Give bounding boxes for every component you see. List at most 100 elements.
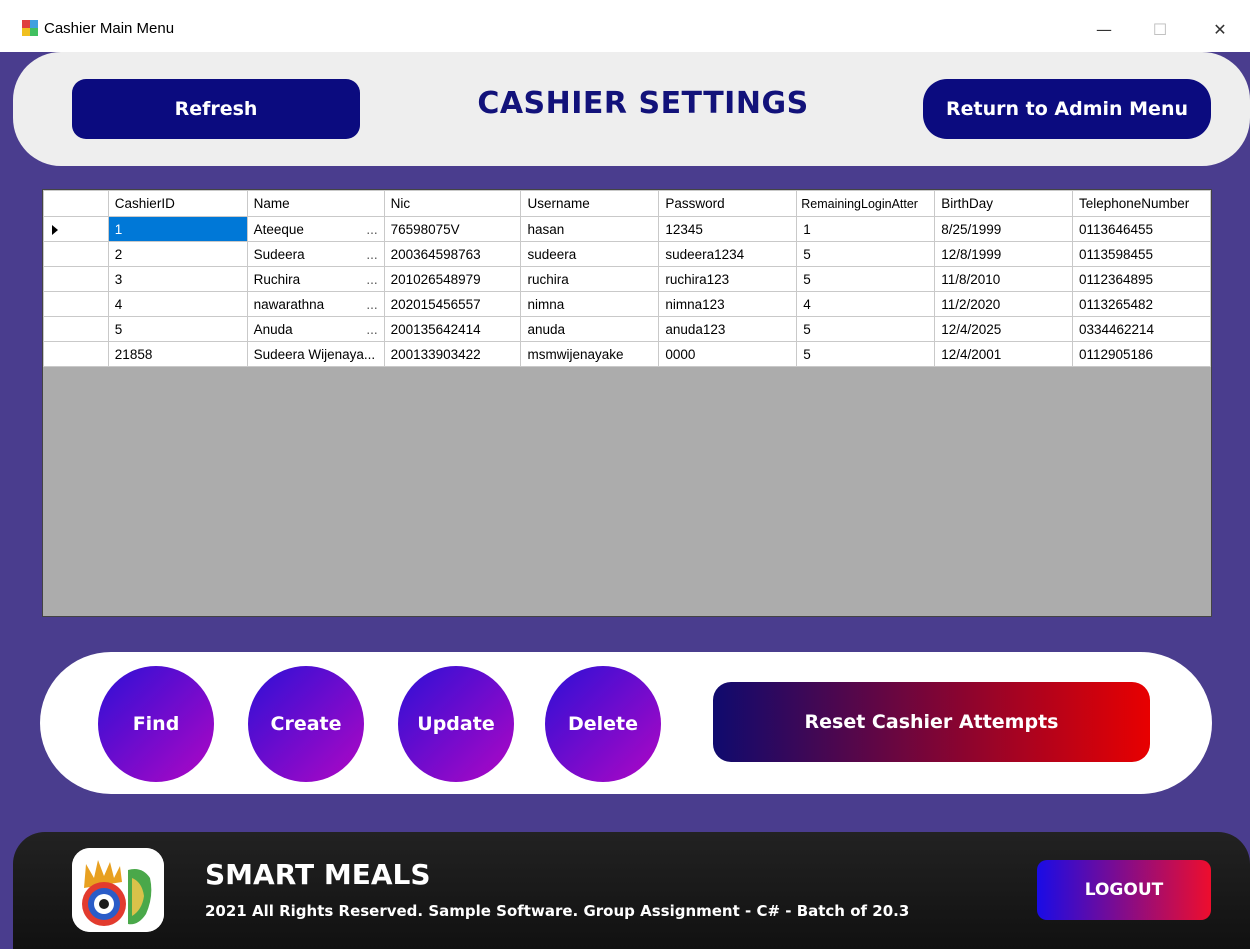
logout-button[interactable]: LOGOUT bbox=[1037, 860, 1211, 920]
cell-username[interactable]: msmwijenayake bbox=[520, 341, 660, 367]
cell-password[interactable]: anuda123 bbox=[658, 316, 798, 342]
row-header[interactable] bbox=[43, 341, 109, 367]
cell-nic[interactable]: 200364598763 bbox=[383, 241, 522, 267]
logo-icon bbox=[72, 848, 164, 932]
column-header-telephone-number[interactable]: TelephoneNumber bbox=[1071, 190, 1212, 217]
footer: SMART MEALS 2021 All Rights Reserved. Sa… bbox=[13, 832, 1250, 949]
cell-telephone[interactable]: 0113646455 bbox=[1071, 216, 1212, 242]
column-header-name[interactable]: Name bbox=[246, 190, 385, 217]
cell-cashierid[interactable]: 5 bbox=[107, 316, 248, 342]
row-header[interactable] bbox=[43, 291, 109, 317]
title-bar: Cashier Main Menu — ☐ ✕ bbox=[0, 0, 1250, 52]
cell-username[interactable]: ruchira bbox=[520, 266, 660, 292]
cell-remaining-attempts[interactable]: 1 bbox=[796, 216, 936, 242]
cell-password[interactable]: ruchira123 bbox=[658, 266, 798, 292]
cell-birthday[interactable]: 11/8/2010 bbox=[934, 266, 1073, 292]
cell-cashierid[interactable]: 1 bbox=[107, 216, 248, 242]
cell-remaining-attempts[interactable]: 5 bbox=[796, 266, 936, 292]
column-header-birthday[interactable]: BirthDay bbox=[934, 190, 1073, 217]
return-to-admin-menu-button[interactable]: Return to Admin Menu bbox=[923, 79, 1211, 139]
column-header-remaining-login-attempts[interactable]: RemainingLoginAtter bbox=[796, 190, 936, 217]
cell-name[interactable]: Ateeque... bbox=[246, 216, 385, 242]
header-panel: Refresh CASHIER SETTINGS Return to Admin… bbox=[13, 52, 1250, 166]
cell-password[interactable]: sudeera1234 bbox=[658, 241, 798, 267]
column-header-cashierid[interactable]: CashierID bbox=[107, 190, 248, 217]
cell-name-value: nawarathna bbox=[253, 296, 325, 312]
table-row[interactable]: 3 Ruchira... 201026548979 ruchira ruchir… bbox=[43, 266, 1212, 292]
cell-name[interactable]: nawarathna... bbox=[246, 291, 385, 317]
cell-ellipsis: ... bbox=[366, 246, 378, 262]
smart-meals-logo bbox=[72, 848, 164, 932]
maximize-icon: ☐ bbox=[1152, 19, 1168, 39]
cell-telephone[interactable]: 0112364895 bbox=[1071, 266, 1212, 292]
cell-cashierid[interactable]: 4 bbox=[107, 291, 248, 317]
cell-cashierid[interactable]: 21858 bbox=[107, 341, 248, 367]
window-title: Cashier Main Menu bbox=[44, 20, 175, 37]
refresh-button[interactable]: Refresh bbox=[72, 79, 360, 139]
cell-nic[interactable]: 200133903422 bbox=[383, 341, 522, 367]
table-row[interactable]: 5 Anuda... 200135642414 anuda anuda123 5… bbox=[43, 316, 1212, 342]
cell-ellipsis: ... bbox=[366, 271, 378, 287]
cell-nic[interactable]: 200135642414 bbox=[383, 316, 522, 342]
find-button[interactable]: Find bbox=[98, 666, 214, 782]
cell-telephone[interactable]: 0113265482 bbox=[1071, 291, 1212, 317]
app-icon bbox=[22, 20, 38, 36]
maximize-button[interactable]: ☐ bbox=[1140, 14, 1180, 44]
cell-birthday[interactable]: 8/25/1999 bbox=[934, 216, 1073, 242]
table-row[interactable]: 2 Sudeera... 200364598763 sudeera sudeer… bbox=[43, 241, 1212, 267]
cashier-data-grid[interactable]: CashierID Name Nic Username Password Rem… bbox=[42, 189, 1212, 617]
cell-birthday[interactable]: 12/8/1999 bbox=[934, 241, 1073, 267]
cell-nic[interactable]: 202015456557 bbox=[383, 291, 522, 317]
cashier-table: CashierID Name Nic Username Password Rem… bbox=[43, 190, 1212, 367]
close-button[interactable]: ✕ bbox=[1200, 14, 1240, 44]
row-header[interactable] bbox=[43, 316, 109, 342]
cell-name[interactable]: Ruchira... bbox=[246, 266, 385, 292]
cell-password[interactable]: 0000 bbox=[658, 341, 798, 367]
cell-name[interactable]: Sudeera Wijenaya... bbox=[246, 341, 385, 367]
cell-cashierid[interactable]: 3 bbox=[107, 266, 248, 292]
cell-birthday[interactable]: 12/4/2001 bbox=[934, 341, 1073, 367]
cell-password[interactable]: nimna123 bbox=[658, 291, 798, 317]
cell-birthday[interactable]: 12/4/2025 bbox=[934, 316, 1073, 342]
cell-username[interactable]: nimna bbox=[520, 291, 660, 317]
row-header-corner bbox=[43, 190, 109, 217]
table-row[interactable]: 1 Ateeque... 76598075V hasan 12345 1 8/2… bbox=[43, 216, 1212, 242]
reset-cashier-attempts-button[interactable]: Reset Cashier Attempts bbox=[713, 682, 1150, 762]
cell-username[interactable]: sudeera bbox=[520, 241, 660, 267]
column-header-password[interactable]: Password bbox=[658, 190, 798, 217]
cell-nic[interactable]: 201026548979 bbox=[383, 266, 522, 292]
create-button[interactable]: Create bbox=[248, 666, 364, 782]
cell-nic[interactable]: 76598075V bbox=[383, 216, 522, 242]
page-title: CASHIER SETTINGS bbox=[477, 86, 809, 121]
cell-username[interactable]: anuda bbox=[520, 316, 660, 342]
row-header[interactable] bbox=[43, 216, 109, 242]
column-header-nic[interactable]: Nic bbox=[383, 190, 522, 217]
delete-button[interactable]: Delete bbox=[545, 666, 661, 782]
table-header-row: CashierID Name Nic Username Password Rem… bbox=[43, 190, 1212, 217]
cell-name-value: Anuda bbox=[253, 321, 293, 337]
table-row[interactable]: 4 nawarathna... 202015456557 nimna nimna… bbox=[43, 291, 1212, 317]
row-header[interactable] bbox=[43, 266, 109, 292]
update-button[interactable]: Update bbox=[398, 666, 514, 782]
copyright-text: 2021 All Rights Reserved. Sample Softwar… bbox=[205, 902, 910, 920]
cell-telephone[interactable]: 0112905186 bbox=[1071, 341, 1212, 367]
cell-birthday[interactable]: 11/2/2020 bbox=[934, 291, 1073, 317]
cell-telephone[interactable]: 0334462214 bbox=[1071, 316, 1212, 342]
column-header-username[interactable]: Username bbox=[520, 190, 660, 217]
cell-name[interactable]: Anuda... bbox=[246, 316, 385, 342]
cell-username[interactable]: hasan bbox=[520, 216, 660, 242]
row-header[interactable] bbox=[43, 241, 109, 267]
cell-remaining-attempts[interactable]: 4 bbox=[796, 291, 936, 317]
cell-cashierid[interactable]: 2 bbox=[107, 241, 248, 267]
cell-name[interactable]: Sudeera... bbox=[246, 241, 385, 267]
close-icon: ✕ bbox=[1213, 19, 1227, 39]
cell-telephone[interactable]: 0113598455 bbox=[1071, 241, 1212, 267]
main-client-area: Refresh CASHIER SETTINGS Return to Admin… bbox=[0, 52, 1250, 949]
cell-remaining-attempts[interactable]: 5 bbox=[796, 316, 936, 342]
cell-password[interactable]: 12345 bbox=[658, 216, 798, 242]
cell-remaining-attempts[interactable]: 5 bbox=[796, 341, 936, 367]
table-row[interactable]: 21858 Sudeera Wijenaya... 200133903422 m… bbox=[43, 341, 1212, 367]
cell-remaining-attempts[interactable]: 5 bbox=[796, 241, 936, 267]
minimize-button[interactable]: — bbox=[1084, 14, 1124, 44]
minimize-icon: — bbox=[1096, 19, 1112, 39]
